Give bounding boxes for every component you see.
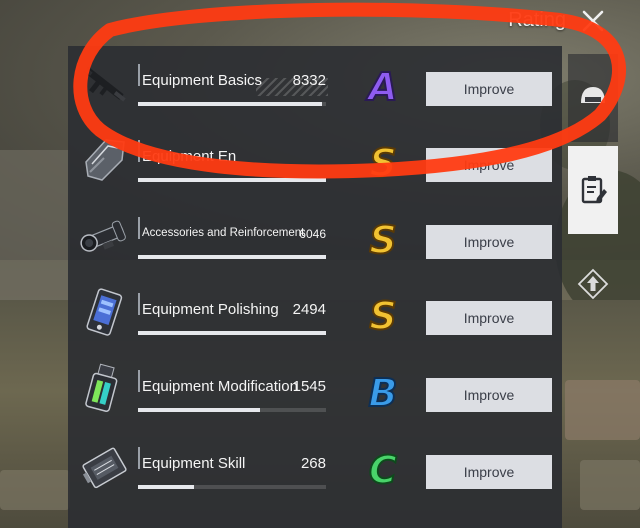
progress-bar-fill: [138, 178, 326, 182]
rating-row-equipment-polishing: Equipment Polishing 2494 S Improve: [68, 279, 562, 355]
progress-bar: [138, 408, 326, 412]
close-x-icon: [582, 10, 604, 32]
rating-row-accessories-reinforcement: Accessories and Reinforcement 6046 S Imp…: [68, 203, 562, 279]
grade-badge: C: [368, 447, 398, 493]
polishing-device-icon: [86, 288, 123, 336]
grade-badge: S: [368, 217, 397, 263]
grade-letter: S: [369, 294, 396, 338]
progress-bar-fill: [138, 485, 195, 489]
improve-button[interactable]: Improve: [426, 455, 552, 489]
progress-bar-fill: [138, 331, 326, 335]
grade-badge: A: [364, 64, 398, 110]
item-name: Equipment Skill: [142, 455, 246, 472]
background-rubble: [580, 460, 640, 510]
progress-bar: [138, 255, 326, 259]
item-name: Equipment En: [142, 148, 237, 165]
clipboard-icon: [581, 176, 607, 204]
progress-bar: [138, 178, 326, 182]
improve-button[interactable]: Improve: [426, 378, 552, 412]
improve-button[interactable]: Improve: [426, 72, 552, 106]
grade-badge: S: [368, 140, 397, 186]
item-score: 6046: [299, 227, 326, 241]
side-tab-gear[interactable]: [568, 54, 618, 142]
grade-letter: S: [369, 141, 396, 185]
progress-bar: [138, 331, 326, 335]
armor-plate-icon: [85, 139, 125, 181]
side-tab-rating[interactable]: [568, 146, 618, 234]
rating-row-equipment-modification: Equipment Modification 1545 B Improve: [68, 356, 562, 432]
background-rubble: [565, 380, 640, 440]
grade-letter: B: [369, 371, 398, 415]
progress-bar-fill: [138, 408, 261, 412]
grade-letter: C: [369, 448, 397, 492]
background-rubble: [0, 470, 70, 510]
page-title: Rating: [508, 9, 566, 31]
item-name: Equipment Polishing: [142, 301, 279, 318]
item-name: Equipment Basics: [142, 72, 263, 89]
modification-cell-icon: [85, 363, 118, 412]
progress-bar: [138, 102, 326, 106]
helmet-icon: [581, 87, 605, 103]
rating-panel: Equipment Basics 8332 A Improve Equipmen…: [68, 46, 562, 528]
grade-badge: B: [368, 370, 399, 416]
side-tab-upgrade[interactable]: [568, 240, 618, 328]
skill-chip-icon: [82, 447, 127, 489]
grade-letter: S: [369, 218, 396, 262]
close-button[interactable]: [578, 6, 608, 36]
progress-bar: [138, 485, 326, 489]
grade-letter: A: [365, 65, 397, 109]
rating-row-equipment-basics: Equipment Basics 8332 A Improve: [68, 50, 562, 126]
item-score: 268: [300, 455, 326, 472]
item-score: 1545: [292, 378, 326, 395]
progress-bar-fill: [138, 102, 323, 106]
rating-row-equipment-enhancement: Equipment En S Improve: [68, 126, 562, 202]
item-score: 8332: [292, 72, 326, 89]
improve-button[interactable]: Improve: [426, 225, 552, 259]
grade-badge: S: [368, 293, 397, 339]
item-score: 2494: [292, 301, 326, 318]
upgrade-arrow-icon: [577, 268, 609, 300]
scope-icon: [80, 220, 126, 252]
improve-button[interactable]: Improve: [426, 148, 552, 182]
assault-rifle-icon: [82, 66, 126, 102]
improve-button[interactable]: Improve: [426, 301, 552, 335]
rating-row-equipment-skill: Equipment Skill 268 C Improve: [68, 433, 562, 509]
progress-bar-fill: [138, 255, 326, 259]
